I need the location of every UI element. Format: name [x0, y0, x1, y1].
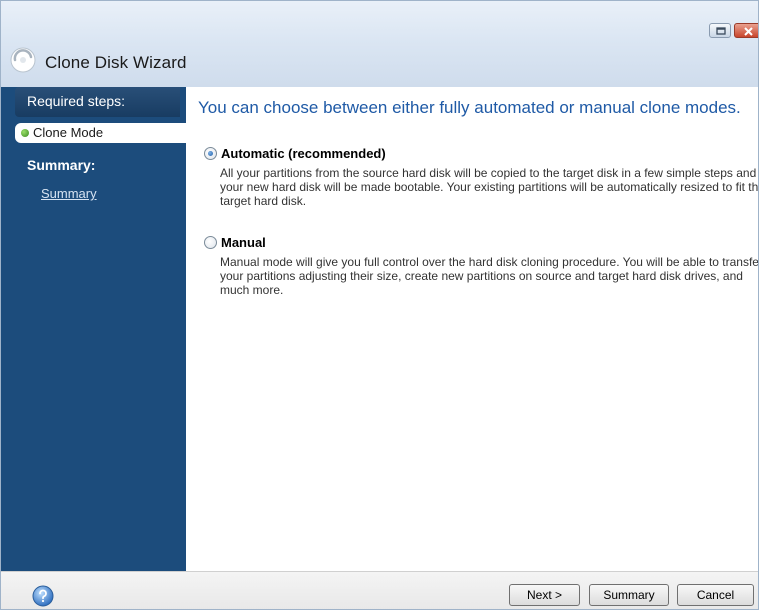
sidebar-item-clone-mode[interactable]: Clone Mode [15, 123, 186, 143]
close-icon [744, 27, 753, 36]
manual-radio[interactable] [204, 236, 217, 249]
next-button[interactable]: Next > [509, 584, 580, 606]
sidebar-item-summary[interactable]: Summary [41, 186, 97, 201]
green-bullet-icon [21, 129, 29, 137]
wizard-footer: Next > Summary Cancel [1, 571, 758, 609]
manual-label[interactable]: Manual [221, 235, 266, 250]
automatic-label[interactable]: Automatic (recommended) [221, 146, 386, 161]
restore-icon [716, 27, 726, 35]
required-steps-heading: Required steps: [15, 87, 180, 117]
summary-button[interactable]: Summary [589, 584, 669, 606]
sidebar-item-label: Clone Mode [33, 125, 104, 140]
wizard-sidebar: Required steps: Clone Mode Summary: Summ… [1, 87, 186, 571]
manual-description: Manual mode will give you full control o… [220, 255, 759, 297]
summary-heading: Summary: [27, 157, 96, 173]
close-button[interactable] [734, 23, 758, 38]
automatic-radio[interactable] [204, 147, 217, 160]
automatic-description: All your partitions from the source hard… [220, 166, 759, 208]
main-content: You can choose between either fully auto… [186, 87, 759, 571]
radio-selected-dot [208, 151, 213, 156]
clone-disk-wizard-window: Clone Disk Wizard Required steps: Clone … [0, 0, 759, 610]
window-title: Clone Disk Wizard [45, 53, 187, 72]
page-headline: You can choose between either fully auto… [198, 98, 741, 117]
restore-button[interactable] [709, 23, 731, 38]
app-logo-icon [9, 46, 37, 74]
cancel-button[interactable]: Cancel [677, 584, 754, 606]
title-bar: Clone Disk Wizard [1, 1, 758, 87]
help-icon[interactable] [32, 585, 54, 607]
